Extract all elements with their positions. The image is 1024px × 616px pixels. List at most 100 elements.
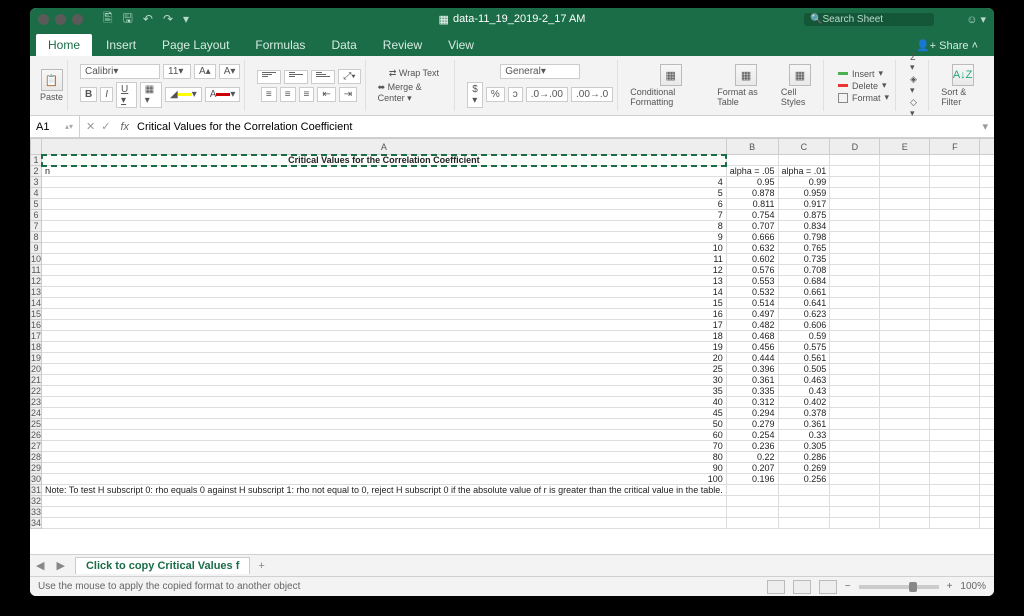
row-header[interactable]: 18	[31, 342, 42, 353]
save-icon[interactable]: 🖺	[103, 9, 113, 30]
cell[interactable]: 0.196	[726, 474, 778, 485]
column-header[interactable]: A	[42, 139, 727, 155]
align-left-icon[interactable]: ≡	[261, 87, 277, 102]
cell[interactable]: 60	[42, 430, 727, 441]
cell[interactable]: 0.59	[778, 331, 830, 342]
row-header[interactable]: 33	[31, 507, 42, 518]
cancel-formula-icon[interactable]: ✕	[86, 120, 95, 133]
spreadsheet-grid[interactable]: ABCDEFG1Critical Values for the Correlat…	[30, 138, 994, 554]
expand-formula-bar-icon[interactable]: ▾	[976, 120, 994, 133]
cell[interactable]: 0.361	[726, 375, 778, 386]
cell[interactable]: 0.576	[726, 265, 778, 276]
cell[interactable]: 20	[42, 353, 727, 364]
cell[interactable]: 30	[42, 375, 727, 386]
increase-font-icon[interactable]: A▴	[194, 64, 216, 79]
fill-button[interactable]: ◈ ▾	[908, 74, 924, 96]
cell[interactable]: 0.361	[778, 419, 830, 430]
border-button[interactable]: ▦ ▾	[140, 82, 162, 108]
cell[interactable]: 0.602	[726, 254, 778, 265]
cell[interactable]: 25	[42, 364, 727, 375]
cell[interactable]: 4	[42, 177, 727, 188]
cell[interactable]: 0.684	[778, 276, 830, 287]
row-header[interactable]: 2	[31, 166, 42, 177]
cell[interactable]: 0.575	[778, 342, 830, 353]
increase-indent-icon[interactable]: ⇥	[339, 87, 357, 102]
add-sheet-button[interactable]: +	[250, 560, 272, 572]
cell[interactable]: 0.468	[726, 331, 778, 342]
format-as-table-button[interactable]: ▦Format as Table	[717, 64, 775, 107]
cell[interactable]: 13	[42, 276, 727, 287]
cell[interactable]: 35	[42, 386, 727, 397]
font-color-button[interactable]: A▾	[205, 87, 241, 102]
column-header[interactable]: F	[930, 139, 980, 155]
page-layout-view-icon[interactable]	[793, 580, 811, 594]
row-header[interactable]: 31	[31, 485, 42, 496]
decrease-font-icon[interactable]: A▾	[219, 64, 241, 79]
cell[interactable]: 0.256	[778, 474, 830, 485]
cell[interactable]: 0.43	[778, 386, 830, 397]
zoom-out-icon[interactable]: −	[845, 581, 851, 592]
zoom-level[interactable]: 100%	[960, 581, 986, 592]
row-header[interactable]: 15	[31, 309, 42, 320]
cell[interactable]: 0.22	[726, 452, 778, 463]
cell[interactable]: 0.378	[778, 408, 830, 419]
autosave-icon[interactable]: 🖫	[123, 9, 133, 30]
cell[interactable]: 0.632	[726, 243, 778, 254]
cell[interactable]: alpha = .01	[778, 166, 830, 177]
row-header[interactable]: 24	[31, 408, 42, 419]
cell[interactable]: 0.561	[778, 353, 830, 364]
column-header[interactable]: E	[880, 139, 930, 155]
row-header[interactable]: 32	[31, 496, 42, 507]
cell[interactable]: 17	[42, 320, 727, 331]
row-header[interactable]: 8	[31, 232, 42, 243]
sheet-nav-prev-icon[interactable]: ◀	[30, 559, 50, 572]
orientation-icon[interactable]: ⤢▾	[338, 69, 360, 84]
cell[interactable]: 0.707	[726, 221, 778, 232]
redo-icon[interactable]: ↷	[163, 12, 173, 26]
cell[interactable]: 50	[42, 419, 727, 430]
cell[interactable]: 0.514	[726, 298, 778, 309]
undo-icon[interactable]: ↶	[143, 12, 153, 26]
increase-decimal-icon[interactable]: .0→.00	[526, 87, 568, 102]
cell[interactable]: 0.33	[778, 430, 830, 441]
tab-review[interactable]: Review	[371, 34, 434, 56]
paste-button[interactable]: 📋Paste	[40, 69, 63, 102]
sheet-tab[interactable]: Click to copy Critical Values f	[75, 557, 250, 574]
autosum-button[interactable]: Σ ▾	[908, 52, 924, 73]
cell[interactable]: 0.834	[778, 221, 830, 232]
cell[interactable]: 14	[42, 287, 727, 298]
formula-input[interactable]: Critical Values for the Correlation Coef…	[133, 121, 356, 133]
row-header[interactable]: 22	[31, 386, 42, 397]
row-header[interactable]: 27	[31, 441, 42, 452]
cell[interactable]: 45	[42, 408, 727, 419]
cell[interactable]: 0.661	[778, 287, 830, 298]
cell[interactable]: 0.497	[726, 309, 778, 320]
qat-more-icon[interactable]: ▾	[183, 12, 189, 26]
underline-button[interactable]: U ▾	[116, 82, 137, 108]
fx-icon[interactable]: fx	[116, 121, 133, 133]
cell[interactable]: 0.396	[726, 364, 778, 375]
row-header[interactable]: 6	[31, 210, 42, 221]
align-center-icon[interactable]: ≡	[280, 87, 296, 102]
row-header[interactable]: 7	[31, 221, 42, 232]
merge-center-button[interactable]: ⬌ Merge & Center ▾	[378, 82, 451, 104]
cell[interactable]: 0.463	[778, 375, 830, 386]
cell[interactable]: 0.236	[726, 441, 778, 452]
sheet-nav-next-icon[interactable]: ▶	[50, 559, 70, 572]
row-header[interactable]: 20	[31, 364, 42, 375]
row-header[interactable]: 3	[31, 177, 42, 188]
cell[interactable]: 40	[42, 397, 727, 408]
conditional-formatting-button[interactable]: ▦Conditional Formatting	[630, 64, 711, 107]
cell[interactable]: 0.917	[778, 199, 830, 210]
cell[interactable]: 0.279	[726, 419, 778, 430]
number-format-select[interactable]: General ▾	[500, 64, 580, 79]
row-header[interactable]: 34	[31, 518, 42, 529]
normal-view-icon[interactable]	[767, 580, 785, 594]
cell[interactable]: 11	[42, 254, 727, 265]
sort-filter-button[interactable]: A↓ZSort & Filter	[941, 64, 984, 107]
row-header[interactable]: 26	[31, 430, 42, 441]
tab-data[interactable]: Data	[319, 34, 368, 56]
cell[interactable]: 0.666	[726, 232, 778, 243]
column-header[interactable]: C	[778, 139, 830, 155]
zoom-slider[interactable]	[859, 585, 939, 589]
